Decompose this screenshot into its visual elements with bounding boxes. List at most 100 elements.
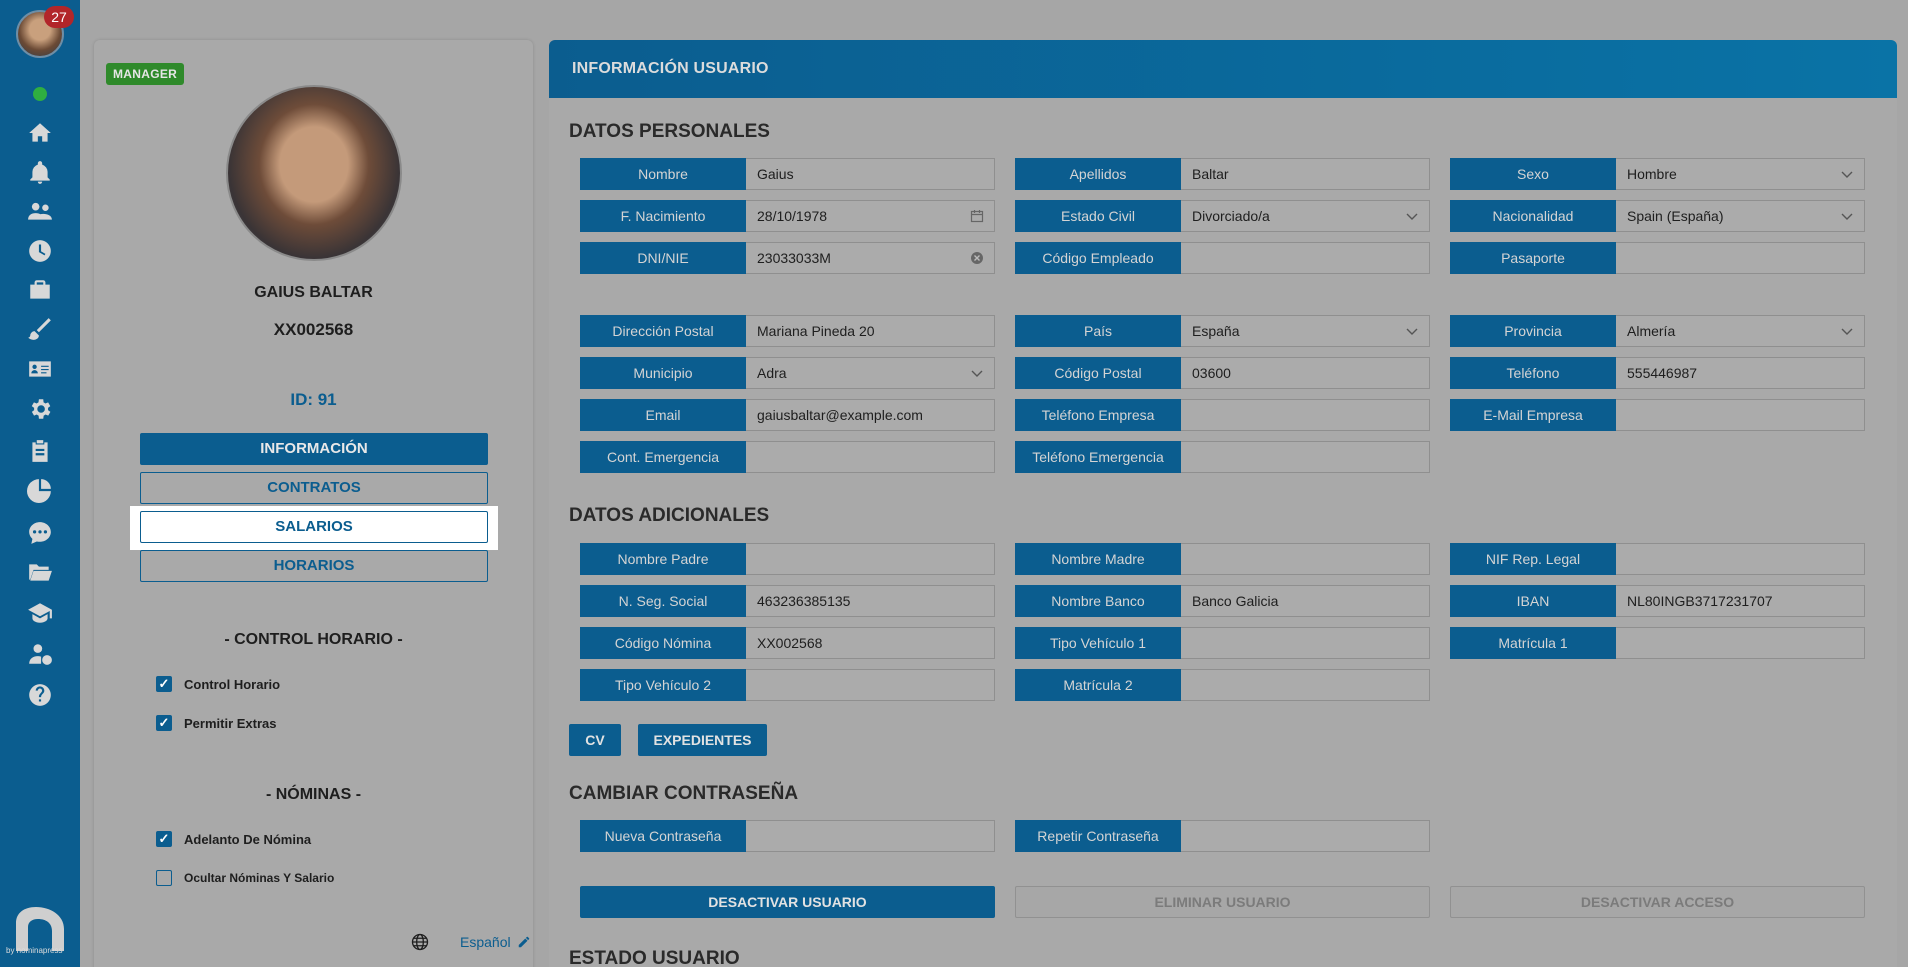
folder-icon[interactable]: [24, 556, 56, 588]
notification-badge: 27: [44, 6, 74, 28]
home-icon[interactable]: [24, 117, 56, 149]
delete-user-button[interactable]: ELIMINAR USUARIO: [1015, 886, 1430, 918]
field-nueva-contrasena: Nueva Contraseña: [580, 820, 995, 852]
pie-chart-icon[interactable]: [24, 474, 56, 506]
user-info-panel: INFORMACIÓN USUARIO DATOS PERSONALES DAT…: [549, 40, 1897, 967]
matricula-1-input[interactable]: [1616, 627, 1865, 659]
deactivate-access-button[interactable]: DESACTIVAR ACCESO: [1450, 886, 1865, 918]
field-e-mail-empresa: E-Mail Empresa: [1450, 399, 1865, 431]
tipo-vehiculo-1-input[interactable]: [1181, 627, 1430, 659]
help-icon[interactable]: [24, 679, 56, 711]
nif-rep-legal-input[interactable]: [1616, 543, 1865, 575]
tab-horarios[interactable]: HORARIOS: [140, 550, 488, 582]
field-direccion-postal: Dirección Postal Mariana Pineda 20: [580, 315, 995, 347]
adelanto-nomina-option[interactable]: Adelanto De Nómina: [156, 831, 311, 847]
field-value: 555446987: [1627, 365, 1698, 381]
apellidos-input[interactable]: Baltar: [1181, 158, 1430, 190]
users-icon[interactable]: [24, 195, 56, 227]
field-value: XX002568: [757, 635, 823, 651]
checkbox-ocultar-nominas[interactable]: [156, 870, 172, 886]
field-pasaporte: Pasaporte: [1450, 242, 1865, 274]
chat-icon[interactable]: [24, 517, 56, 549]
nombre-banco-input[interactable]: Banco Galicia: [1181, 585, 1430, 617]
cont-emergencia-input[interactable]: [746, 441, 995, 473]
nombre-madre-input[interactable]: [1181, 543, 1430, 575]
field-repetir-contrasena: Repetir Contraseña: [1015, 820, 1430, 852]
field-label: Nacionalidad: [1450, 200, 1616, 232]
tab-contratos[interactable]: CONTRATOS: [140, 472, 488, 504]
graduation-cap-icon[interactable]: [24, 597, 56, 629]
chevron-down-icon: [1841, 328, 1853, 335]
pasaporte-input[interactable]: [1616, 242, 1865, 274]
provincia-select[interactable]: Almería: [1616, 315, 1865, 347]
field-f-nacimiento: F. Nacimiento 28/10/1978: [580, 200, 995, 232]
field-label: País: [1015, 315, 1181, 347]
ocultar-nominas-option[interactable]: Ocultar Nóminas Y Salario: [156, 870, 334, 886]
telefono-input[interactable]: 555446987: [1616, 357, 1865, 389]
nueva-contrasena-input[interactable]: [746, 820, 995, 852]
pais-select[interactable]: España: [1181, 315, 1430, 347]
field-value: Spain (España): [1627, 208, 1724, 224]
role-badge: MANAGER: [106, 63, 185, 85]
clear-icon[interactable]: [970, 251, 984, 265]
telefono-empresa-input[interactable]: [1181, 399, 1430, 431]
sexo-select[interactable]: Hombre: [1616, 158, 1865, 190]
pencil-icon[interactable]: [517, 935, 531, 949]
iban-input[interactable]: NL80INGB3717231707: [1616, 585, 1865, 617]
bell-icon[interactable]: [24, 157, 56, 189]
section-datos-personales: DATOS PERSONALES: [569, 121, 770, 142]
field-nif-rep-legal: NIF Rep. Legal: [1450, 543, 1865, 575]
nombre-input[interactable]: Gaius: [746, 158, 995, 190]
chevron-down-icon: [1406, 328, 1418, 335]
id-card-icon[interactable]: [24, 353, 56, 385]
email-input[interactable]: gaiusbaltar@example.com: [746, 399, 995, 431]
municipio-select[interactable]: Adra: [746, 357, 995, 389]
codigo-nomina-input[interactable]: XX002568: [746, 627, 995, 659]
field-value: gaiusbaltar@example.com: [757, 407, 923, 423]
field-nombre-madre: Nombre Madre: [1015, 543, 1430, 575]
matricula-2-input[interactable]: [1181, 669, 1430, 701]
e-mail-empresa-input[interactable]: [1616, 399, 1865, 431]
permitir-extras-option[interactable]: Permitir Extras: [156, 715, 277, 731]
user-salary-icon[interactable]: [24, 638, 56, 670]
estado-civil-select[interactable]: Divorciado/a: [1181, 200, 1430, 232]
field-label: Pasaporte: [1450, 242, 1616, 274]
direccion-postal-input[interactable]: Mariana Pineda 20: [746, 315, 995, 347]
calendar-icon[interactable]: [970, 209, 984, 223]
tipo-vehiculo-2-input[interactable]: [746, 669, 995, 701]
telefono-emergencia-input[interactable]: [1181, 441, 1430, 473]
field-telefono-empresa: Teléfono Empresa: [1015, 399, 1430, 431]
codigo-postal-input[interactable]: 03600: [1181, 357, 1430, 389]
checkbox-adelanto-nomina[interactable]: [156, 831, 172, 847]
cv-button[interactable]: CV: [569, 724, 621, 756]
deactivate-user-button[interactable]: DESACTIVAR USUARIO: [580, 886, 995, 918]
codigo-empleado-input[interactable]: [1181, 242, 1430, 274]
field-label: Sexo: [1450, 158, 1616, 190]
briefcase-icon[interactable]: [24, 274, 56, 306]
repetir-contrasena-input[interactable]: [1181, 820, 1430, 852]
employee-name: GAIUS BALTAR: [254, 284, 373, 301]
clock-icon[interactable]: [24, 235, 56, 267]
checkbox-permitir-extras[interactable]: [156, 715, 172, 731]
dni-nie-input[interactable]: 23033033M: [746, 242, 995, 274]
nacionalidad-select[interactable]: Spain (España): [1616, 200, 1865, 232]
clipboard-icon[interactable]: [24, 435, 56, 467]
field-label: Apellidos: [1015, 158, 1181, 190]
field-label: Matrícula 1: [1450, 627, 1616, 659]
chevron-down-icon: [1406, 213, 1418, 220]
gear-icon[interactable]: [24, 393, 56, 425]
language-label: Español: [460, 934, 511, 950]
brush-icon[interactable]: [24, 313, 56, 345]
n-seg-social-input[interactable]: 463236385135: [746, 585, 995, 617]
control-horario-option[interactable]: Control Horario: [156, 676, 280, 692]
expedientes-button[interactable]: EXPEDIENTES: [638, 724, 767, 756]
nombre-padre-input[interactable]: [746, 543, 995, 575]
tab-salarios[interactable]: SALARIOS: [140, 511, 488, 543]
tab-informacion[interactable]: INFORMACIÓN: [140, 433, 488, 465]
field-value: Banco Galicia: [1192, 593, 1279, 609]
checkbox-control-horario[interactable]: [156, 676, 172, 692]
f-nacimiento-input[interactable]: 28/10/1978: [746, 200, 995, 232]
field-label: Cont. Emergencia: [580, 441, 746, 473]
language-selector[interactable]: Español: [410, 932, 531, 952]
field-codigo-nomina: Código Nómina XX002568: [580, 627, 995, 659]
